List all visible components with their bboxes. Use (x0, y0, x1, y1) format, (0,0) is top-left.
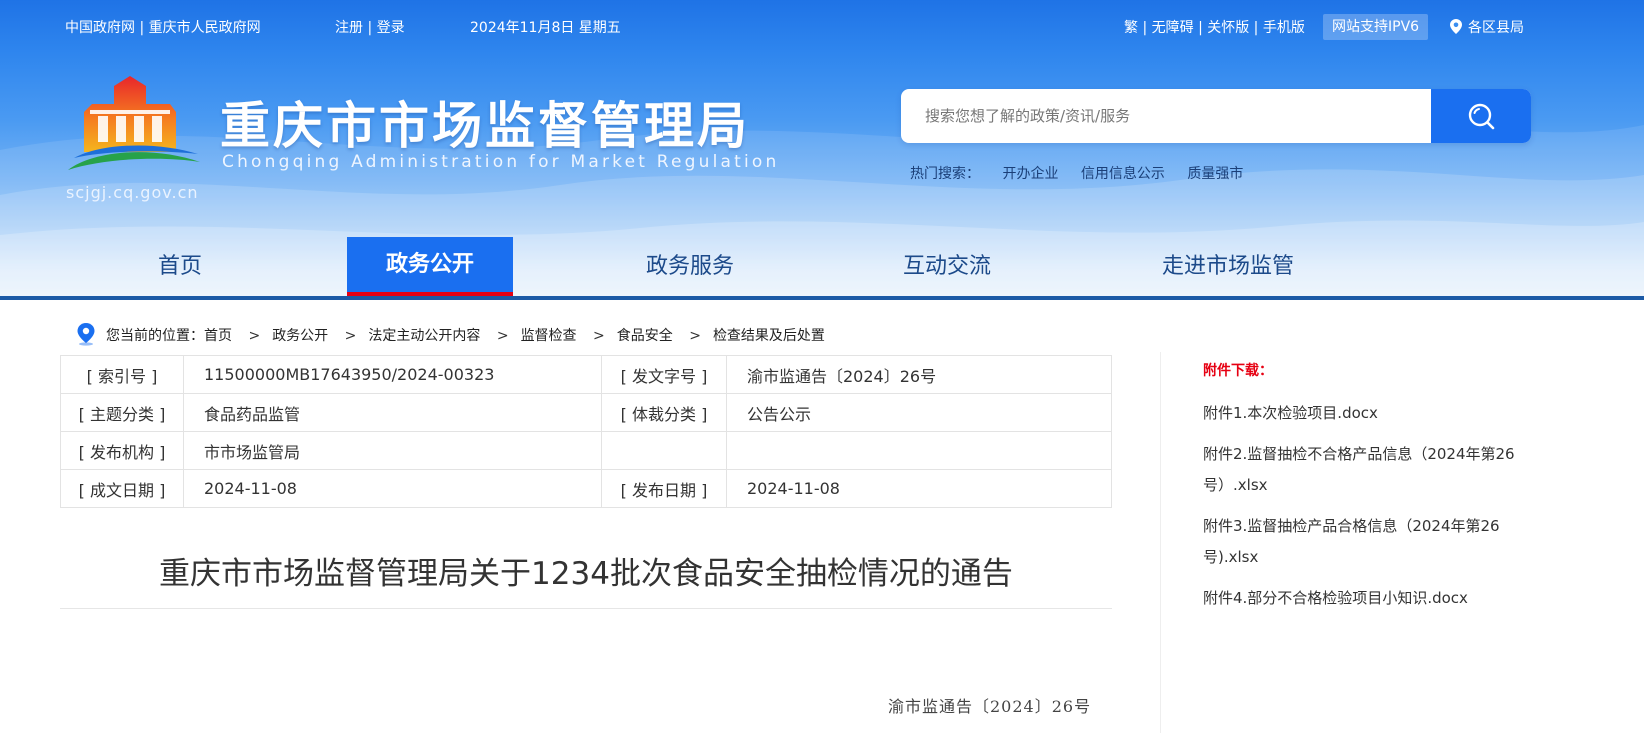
meta-value: 2024-11-08 (183, 469, 602, 508)
nav-item-gov-affairs[interactable]: 政务公开 (347, 237, 513, 297)
meta-value (726, 431, 1112, 470)
nav-item-about[interactable]: 走进市场监管 (1138, 237, 1318, 297)
meta-label: [ 主题分类 ] (60, 393, 184, 432)
meta-value: 渝市监通告〔2024〕26号 (726, 355, 1112, 394)
attachment-link[interactable]: 附件2.监督抽检不合格产品信息（2024年第26号）.xlsx (1203, 439, 1523, 501)
search-box (901, 89, 1531, 143)
region-link[interactable]: 各区县局 (1450, 17, 1524, 37)
breadcrumb-item[interactable]: 检查结果及后处置 (713, 328, 825, 344)
hot-search-item[interactable]: 质量强市 (1187, 166, 1243, 182)
region-label: 各区县局 (1468, 20, 1524, 36)
gov-links[interactable]: 中国政府网 | 重庆市人民政府网 (65, 17, 261, 37)
sidebar-divider (1160, 352, 1161, 733)
meta-label: [ 成文日期 ] (60, 469, 184, 508)
header-divider (0, 296, 1644, 300)
breadcrumb-item[interactable]: 监督检查 (521, 328, 577, 344)
table-row: [ 主题分类 ] 食品药品监管 [ 体裁分类 ] 公告公示 (60, 393, 1112, 432)
attachments-heading: 附件下载： (1203, 363, 1273, 379)
meta-value: 公告公示 (726, 393, 1112, 432)
site-domain: scjgj.cq.gov.cn (66, 183, 199, 202)
accessibility-tools[interactable]: 繁 | 无障碍 | 关怀版 | 手机版 (1124, 17, 1305, 37)
logo-emblem-icon[interactable] (64, 72, 204, 182)
meta-value: 食品药品监管 (183, 393, 602, 432)
document-number: 渝市监通告〔2024〕26号 (888, 697, 1092, 716)
meta-label: [ 体裁分类 ] (601, 393, 727, 432)
nav-item-home[interactable]: 首页 (100, 237, 260, 297)
attachments-sidebar: 附件下载： 附件1.本次检验项目.docx 附件2.监督抽检不合格产品信息（20… (1203, 360, 1523, 624)
attachment-link[interactable]: 附件4.部分不合格检验项目小知识.docx (1203, 583, 1523, 614)
attachment-link[interactable]: 附件3.监督抽检产品合格信息（2024年第26号).xlsx (1203, 511, 1523, 573)
breadcrumb: 您当前的位置：首页 > 政务公开 > 法定主动公开内容 > 监督检查 > 食品安全 > 检… (76, 322, 825, 346)
search-input[interactable] (901, 89, 1431, 143)
site-header: 中国政府网 | 重庆市人民政府网 注册 | 登录 2024年11月8日 星期五 … (0, 0, 1644, 300)
breadcrumb-item[interactable]: 法定主动公开内容 (368, 328, 480, 344)
table-row: [ 成文日期 ] 2024-11-08 [ 发布日期 ] 2024-11-08 (60, 469, 1112, 508)
search-button[interactable] (1431, 89, 1531, 143)
nav-item-interaction[interactable]: 互动交流 (867, 237, 1027, 297)
attachment-link[interactable]: 附件1.本次检验项目.docx (1203, 398, 1523, 429)
site-title-english: Chongqing Administration for Market Regu… (222, 152, 780, 172)
site-title[interactable]: 重庆市市场监督管理局 (220, 86, 750, 158)
nav-item-services[interactable]: 政务服务 (610, 237, 770, 297)
title-divider (60, 608, 1112, 609)
meta-label: [ 索引号 ] (60, 355, 184, 394)
breadcrumb-item[interactable]: 食品安全 (617, 328, 673, 344)
meta-value: 11500000MB17643950/2024-00323 (183, 355, 602, 394)
document-metadata-table: [ 索引号 ] 11500000MB17643950/2024-00323 [ … (60, 355, 1112, 508)
meta-label: [ 发文字号 ] (601, 355, 727, 394)
meta-value: 2024-11-08 (726, 469, 1112, 508)
document-title: 重庆市市场监督管理局关于1234批次食品安全抽检情况的通告 (159, 556, 1013, 592)
breadcrumb-home[interactable]: 您当前的位置：首页 (106, 328, 232, 344)
location-pin-icon (77, 323, 95, 346)
meta-label (601, 431, 727, 470)
hot-search-item[interactable]: 开办企业 (1002, 166, 1058, 182)
account-links[interactable]: 注册 | 登录 (335, 17, 405, 37)
location-pin-icon (1450, 19, 1462, 34)
search-icon (1468, 103, 1495, 130)
hot-search: 热门搜索： 开办企业 信用信息公示 质量强市 (910, 163, 1261, 183)
main-nav: 首页 政务公开 政务服务 互动交流 走进市场监管 (0, 237, 1644, 297)
ipv6-badge: 网站支持IPV6 (1323, 14, 1429, 40)
hot-search-item[interactable]: 信用信息公示 (1081, 166, 1165, 182)
table-row: [ 索引号 ] 11500000MB17643950/2024-00323 [ … (60, 355, 1112, 394)
meta-label: [ 发布机构 ] (60, 431, 184, 470)
hot-search-label: 热门搜索： (910, 166, 980, 182)
breadcrumb-item[interactable]: 政务公开 (272, 328, 328, 344)
current-date: 2024年11月8日 星期五 (470, 20, 621, 36)
table-row: [ 发布机构 ] 市市场监管局 (60, 431, 1112, 470)
meta-label: [ 发布日期 ] (601, 469, 727, 508)
meta-value: 市市场监管局 (183, 431, 602, 470)
